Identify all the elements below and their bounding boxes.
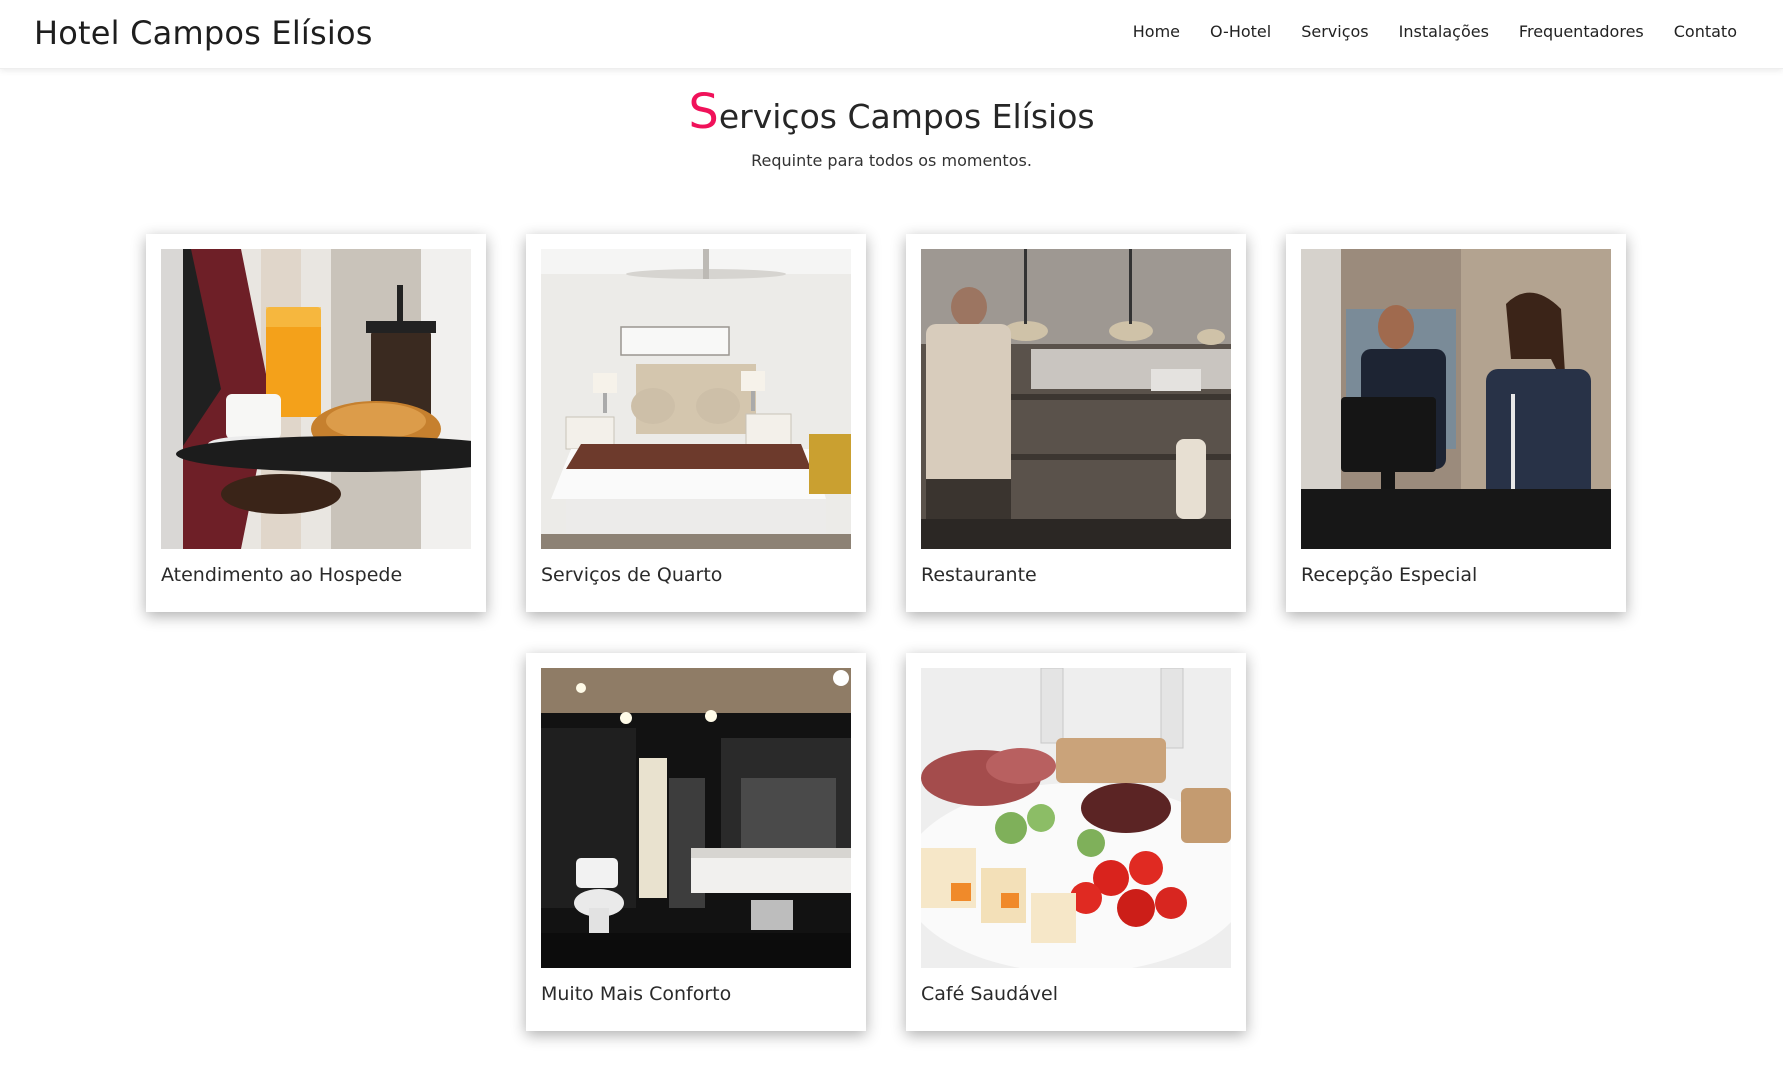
bathroom-image: [541, 668, 851, 968]
food-plate-image: [921, 668, 1231, 968]
nav-contato[interactable]: Contato: [1674, 22, 1737, 41]
section-subtitle: Requinte para todos os momentos.: [751, 151, 1032, 170]
card-photo-bathroom: [541, 668, 851, 968]
section-title-rest: erviços Campos Elísios: [718, 97, 1095, 136]
reception-image: [1301, 249, 1611, 549]
card-label: Muito Mais Conforto: [541, 983, 732, 1005]
section-title: Serviços Campos Elísios: [0, 84, 1783, 140]
service-card-conforto[interactable]: Muito Mais Conforto: [526, 653, 866, 1031]
card-label: Serviços de Quarto: [541, 564, 723, 586]
nav-home[interactable]: Home: [1133, 22, 1180, 41]
card-photo-kitchen: [921, 249, 1231, 549]
service-card-quarto[interactable]: Serviços de Quarto: [526, 234, 866, 612]
nav-o-hotel[interactable]: O-Hotel: [1210, 22, 1271, 41]
service-card-cafe[interactable]: Café Saudável: [906, 653, 1246, 1031]
service-card-restaurante[interactable]: Restaurante: [906, 234, 1246, 612]
site-header: Hotel Campos Elísios Home O-Hotel Serviç…: [0, 0, 1783, 69]
nav-instalacoes[interactable]: Instalações: [1399, 22, 1489, 41]
card-label: Restaurante: [921, 564, 1037, 586]
card-photo-bedroom: [541, 249, 851, 549]
card-photo-waiter-tray: [161, 249, 471, 549]
card-photo-reception: [1301, 249, 1611, 549]
section-title-initial: S: [688, 84, 719, 140]
nav-servicos[interactable]: Serviços: [1301, 22, 1368, 41]
card-photo-food-plate: [921, 668, 1231, 968]
service-card-atendimento[interactable]: Atendimento ao Hospede: [146, 234, 486, 612]
nav-frequentadores[interactable]: Frequentadores: [1519, 22, 1644, 41]
card-label: Atendimento ao Hospede: [161, 564, 403, 586]
brand-logo-text[interactable]: Hotel Campos Elísios: [34, 14, 373, 52]
card-label: Café Saudável: [921, 983, 1058, 1005]
card-label: Recepção Especial: [1301, 564, 1478, 586]
kitchen-image: [921, 249, 1231, 549]
waiter-tray-image: [161, 249, 471, 549]
service-card-recepcao[interactable]: Recepção Especial: [1286, 234, 1626, 612]
main-nav: Home O-Hotel Serviços Instalações Freque…: [1133, 22, 1737, 41]
bedroom-image: [541, 249, 851, 549]
